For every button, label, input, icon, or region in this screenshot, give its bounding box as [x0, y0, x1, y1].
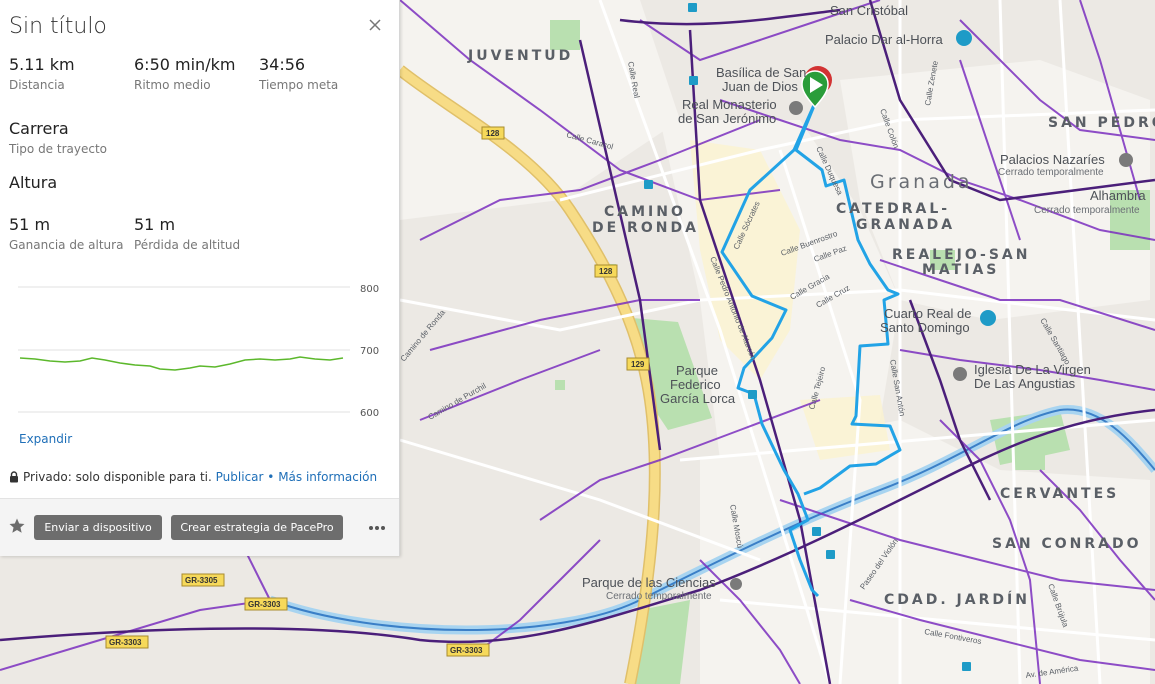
poi-note: Cerrado temporalmente — [606, 591, 712, 602]
elevation-profile-chart[interactable]: 800 700 600 — [0, 270, 399, 430]
elevation-loss-label: Pérdida de altitud — [134, 238, 241, 252]
elevation-heading: Altura — [9, 173, 58, 192]
course-title[interactable]: Sin título — [9, 14, 107, 39]
district-label: GRANADA — [856, 217, 955, 233]
elevation-line — [19, 356, 344, 371]
poi-note: Cerrado temporalmente — [998, 167, 1104, 178]
poi-label: Palacio Dar al-Horra — [825, 32, 944, 47]
expand-link[interactable]: Expandir — [19, 432, 72, 446]
district-label: REALEJO-SAN — [892, 247, 1030, 263]
more-info-link[interactable]: Más información — [278, 470, 377, 484]
road-shield: GR-3305 — [185, 576, 218, 585]
goal-time-label: Tiempo meta — [259, 78, 339, 92]
distance-label: Distancia — [9, 78, 65, 92]
district-label: CERVANTES — [1000, 486, 1119, 502]
star-icon[interactable] — [8, 517, 26, 535]
pace-label: Ritmo medio — [134, 78, 211, 92]
axis-tick-label: 600 — [360, 408, 379, 419]
panel-footer: Enviar a dispositivo Crear estrategia de… — [0, 498, 399, 556]
more-options-icon[interactable] — [368, 525, 386, 531]
elevation-gain-label: Ganancia de altura — [9, 238, 124, 252]
axis-tick-label: 800 — [360, 284, 379, 295]
poi-label: Basílica de San — [716, 65, 806, 80]
axis-tick-label: 700 — [360, 346, 379, 357]
poi-label: De Las Angustias — [974, 376, 1076, 391]
road-shield: GR-3303 — [450, 646, 483, 655]
lock-icon — [10, 471, 18, 483]
distance-value: 5.11 km — [9, 55, 75, 74]
elevation-gain-value: 51 m — [9, 215, 51, 234]
poi-label: Santo Domingo — [880, 320, 970, 335]
road-shield: GR-3303 — [248, 600, 281, 609]
poi-label: Juan de Dios — [722, 79, 798, 94]
send-to-device-button[interactable]: Enviar a dispositivo — [34, 515, 162, 540]
poi-label: García Lorca — [660, 391, 736, 406]
goal-time-value: 34:56 — [259, 55, 306, 74]
district-label: MATIAS — [922, 262, 999, 278]
publish-link[interactable]: Publicar — [216, 470, 264, 484]
privacy-notice: Privado: solo disponible para ti. Public… — [9, 470, 377, 484]
poi-label: Cuarto Real de — [884, 306, 971, 321]
pace-value: 6:50 min/km — [134, 55, 236, 74]
city-label: Granada — [870, 171, 973, 193]
district-label: SAN CONRADO — [992, 536, 1142, 552]
poi-label: Parque de las Ciencias — [582, 575, 716, 590]
course-type-label: Tipo de trayecto — [9, 142, 108, 156]
course-details-panel: Sin título 5.11 km Distancia 6:50 min/km… — [0, 0, 400, 556]
poi-label: Federico — [670, 377, 721, 392]
road-shield: 128 — [599, 267, 613, 276]
district-label: DE RONDA — [592, 220, 699, 236]
road-shield: 129 — [631, 360, 645, 369]
road-shield: GR-3303 — [109, 638, 142, 647]
create-pacepro-button[interactable]: Crear estrategia de PacePro — [171, 515, 343, 540]
poi-label: de San Jerónimo — [678, 111, 776, 126]
poi-label: Iglesia De La Virgen — [974, 362, 1091, 377]
district-label: CDAD. JARDÍN — [884, 591, 1030, 608]
poi-label: Palacios Nazaríes — [1000, 152, 1105, 167]
poi-label: San Cristóbal — [830, 3, 908, 18]
privacy-text: Privado: solo disponible para ti. — [23, 470, 212, 484]
poi-label: Parque — [676, 363, 718, 378]
district-label: CATEDRAL- — [836, 201, 950, 217]
poi-label: Alhambra — [1090, 188, 1146, 203]
separator-dot: • — [267, 470, 275, 484]
district-label: CAMINO — [604, 204, 686, 220]
poi-label: Real Monasterio — [682, 97, 777, 112]
elevation-loss-value: 51 m — [134, 215, 176, 234]
district-label: JUVENTUD — [467, 48, 573, 64]
road-shield: 128 — [486, 129, 500, 138]
close-icon[interactable] — [366, 16, 384, 34]
poi-note: Cerrado temporalmente — [1034, 205, 1140, 216]
course-type-value: Carrera — [9, 119, 69, 138]
district-label: SAN PEDRO — [1048, 115, 1155, 131]
